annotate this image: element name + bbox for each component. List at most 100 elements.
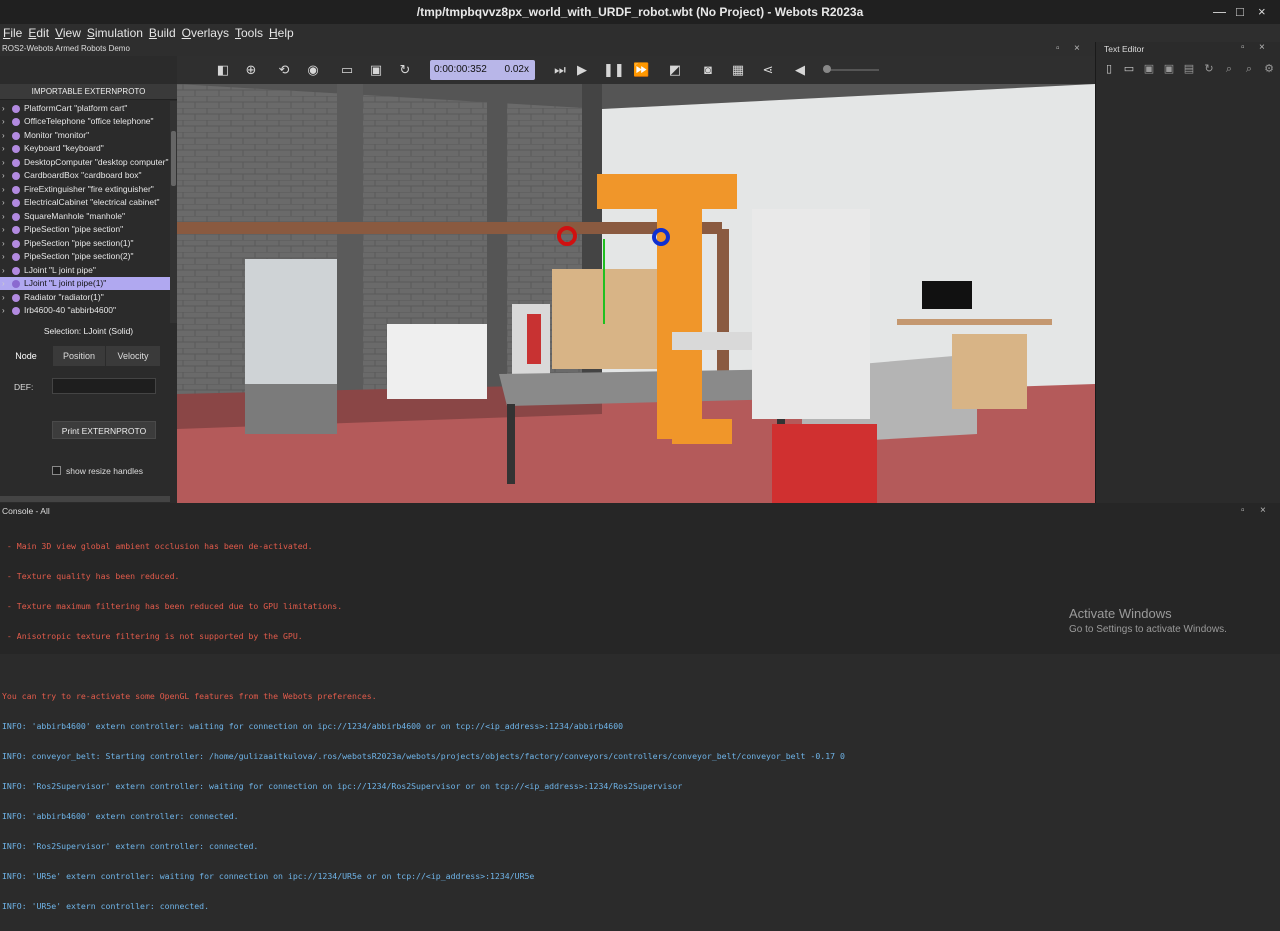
scene-tree-item-selected[interactable]: › LJoint "L joint pipe(1)" <box>0 277 170 290</box>
expand-arrow-icon[interactable]: › <box>2 264 5 277</box>
gear-icon[interactable]: ⚙ <box>1262 62 1276 76</box>
close-button[interactable]: × <box>1258 0 1266 24</box>
world-info-bar: ROS2-Webots Armed Robots Demo ▫ × <box>0 42 1095 56</box>
expand-arrow-icon[interactable]: › <box>2 277 5 290</box>
left-panel-hscrollbar[interactable] <box>0 496 170 502</box>
replace-icon[interactable]: ⌕ <box>1242 62 1256 76</box>
expand-arrow-icon[interactable]: › <box>2 196 5 209</box>
expand-arrow-icon[interactable]: › <box>2 156 5 169</box>
reload-world-icon[interactable]: ↻ <box>397 62 413 78</box>
float-view-button[interactable]: ▫ <box>1056 42 1060 56</box>
abb-robot-base <box>672 419 732 444</box>
scene-tree-header[interactable]: IMPORTABLE EXTERNPROTO <box>0 84 177 100</box>
volume-slider[interactable] <box>827 69 879 71</box>
share-icon[interactable]: ⋖ <box>760 62 776 78</box>
scene-tree-item[interactable]: › Monitor "monitor" <box>0 129 170 142</box>
proto-node-icon <box>12 199 20 207</box>
expand-arrow-icon[interactable]: › <box>2 291 5 304</box>
menu-tools[interactable]: Tools <box>232 24 266 40</box>
expand-arrow-icon[interactable]: › <box>2 183 5 196</box>
record-movie-icon[interactable]: ▦ <box>730 62 746 78</box>
maximize-button[interactable]: □ <box>1236 0 1244 24</box>
console-line: INFO: 'abbirb4600' extern controller: co… <box>2 811 239 821</box>
eye-icon[interactable]: ◉ <box>305 62 321 78</box>
expand-arrow-icon[interactable]: › <box>2 115 5 128</box>
open-world-icon[interactable]: ▭ <box>339 62 355 78</box>
fast-icon[interactable]: ⏩ <box>633 62 649 78</box>
cube-icon[interactable]: ◩ <box>667 62 683 78</box>
3d-scene-render[interactable] <box>177 84 1095 503</box>
scene-tree-scroll-thumb[interactable] <box>171 131 176 186</box>
pillar <box>487 84 507 414</box>
scene-tree-item[interactable]: › PlatformCart "platform cart" <box>0 102 170 115</box>
revert-icon[interactable]: ↻ <box>1202 62 1216 76</box>
radiator <box>387 324 487 399</box>
pause-icon[interactable]: ❚❚ <box>603 62 625 78</box>
text-editor-panel: Text Editor ▫ × ▯ ▭ ▣ ▣ ▤ ↻ ⌕ ⌕ ⚙ <box>1095 42 1280 503</box>
save-world-icon[interactable]: ▣ <box>368 62 384 78</box>
menu-view[interactable]: View <box>52 24 84 40</box>
run-icon[interactable]: ▶ <box>574 62 590 78</box>
float-console-button[interactable]: ▫ <box>1241 505 1245 516</box>
scene-tree-item[interactable]: › PipeSection "pipe section" <box>0 223 170 236</box>
scene-tree-item[interactable]: › Keyboard "keyboard" <box>0 142 170 155</box>
save-file-icon[interactable]: ▣ <box>1142 62 1156 76</box>
expand-arrow-icon[interactable]: › <box>2 210 5 223</box>
expand-arrow-icon[interactable]: › <box>2 250 5 263</box>
close-editor-button[interactable]: × <box>1259 42 1265 53</box>
scene-tree-item[interactable]: › Radiator "radiator(1)" <box>0 291 170 304</box>
expand-arrow-icon[interactable]: › <box>2 223 5 236</box>
screenshot-icon[interactable]: ◙ <box>700 62 716 78</box>
minimize-button[interactable]: — <box>1213 0 1226 24</box>
scene-tree-item[interactable]: › LJoint "L joint pipe" <box>0 264 170 277</box>
tab-node[interactable]: Node <box>0 346 52 366</box>
scene-tree-item[interactable]: › ElectricalCabinet "electrical cabinet" <box>0 196 170 209</box>
scene-tree-item[interactable]: › DesktopComputer "desktop computer" <box>0 156 170 169</box>
scene-tree-item[interactable]: › CardboardBox "cardboard box" <box>0 169 170 182</box>
scene-tree-item[interactable]: › OfficeTelephone "office telephone" <box>0 115 170 128</box>
tab-velocity[interactable]: Velocity <box>106 346 160 366</box>
show-resize-handles-checkbox[interactable] <box>52 466 61 475</box>
expand-arrow-icon[interactable]: › <box>2 237 5 250</box>
find-icon[interactable]: ⌕ <box>1222 62 1236 76</box>
reset-view-icon[interactable]: ⟲ <box>276 62 292 78</box>
step-icon[interactable]: ⏭ <box>552 62 568 78</box>
save-as-icon[interactable]: ▣ <box>1162 62 1176 76</box>
pipe-section <box>177 222 722 234</box>
show-left-panel-icon[interactable]: ◧ <box>215 62 231 78</box>
expand-arrow-icon[interactable]: › <box>2 169 5 182</box>
field-editor-tabs: Node Position Velocity <box>0 346 160 366</box>
scene-tree-item[interactable]: › Irb4600-40 "abbirb4600" <box>0 304 170 317</box>
menu-build[interactable]: Build <box>146 24 179 40</box>
menu-overlays[interactable]: Overlays <box>179 24 232 40</box>
simulation-speed: 0.02x <box>504 64 529 75</box>
scene-tree-item[interactable]: › PipeSection "pipe section(1)" <box>0 237 170 250</box>
scene-tree-item[interactable]: › FireExtinguisher "fire extinguisher" <box>0 183 170 196</box>
text-editor-toolbar: ▯ ▭ ▣ ▣ ▤ ↻ ⌕ ⌕ ⚙ <box>1100 62 1280 80</box>
save-all-icon[interactable]: ▤ <box>1182 62 1196 76</box>
volume-icon[interactable]: ◀ <box>792 62 808 78</box>
proto-node-icon <box>12 294 20 302</box>
expand-arrow-icon[interactable]: › <box>2 142 5 155</box>
def-input[interactable] <box>52 378 156 394</box>
proto-node-icon <box>12 307 20 315</box>
menu-edit[interactable]: Edit <box>25 24 52 40</box>
expand-arrow-icon[interactable]: › <box>2 304 5 317</box>
add-node-icon[interactable]: ⊕ <box>243 62 259 78</box>
expand-arrow-icon[interactable]: › <box>2 129 5 142</box>
volume-slider-knob[interactable] <box>823 65 831 73</box>
expand-arrow-icon[interactable]: › <box>2 102 5 115</box>
new-file-icon[interactable]: ▯ <box>1102 62 1116 76</box>
3d-view[interactable] <box>177 84 1095 503</box>
scene-tree-item[interactable]: › SquareManhole "manhole" <box>0 210 170 223</box>
tab-position[interactable]: Position <box>53 346 105 366</box>
close-console-button[interactable]: × <box>1260 505 1266 516</box>
menu-simulation[interactable]: Simulation <box>84 24 146 40</box>
scene-tree-item[interactable]: › PipeSection "pipe section(2)" <box>0 250 170 263</box>
open-file-icon[interactable]: ▭ <box>1122 62 1136 76</box>
menu-file[interactable]: File <box>0 24 25 40</box>
float-editor-button[interactable]: ▫ <box>1241 42 1245 53</box>
print-externproto-button[interactable]: Print EXTERNPROTO <box>52 421 156 439</box>
close-view-button[interactable]: × <box>1074 42 1080 56</box>
menu-help[interactable]: Help <box>266 24 297 40</box>
